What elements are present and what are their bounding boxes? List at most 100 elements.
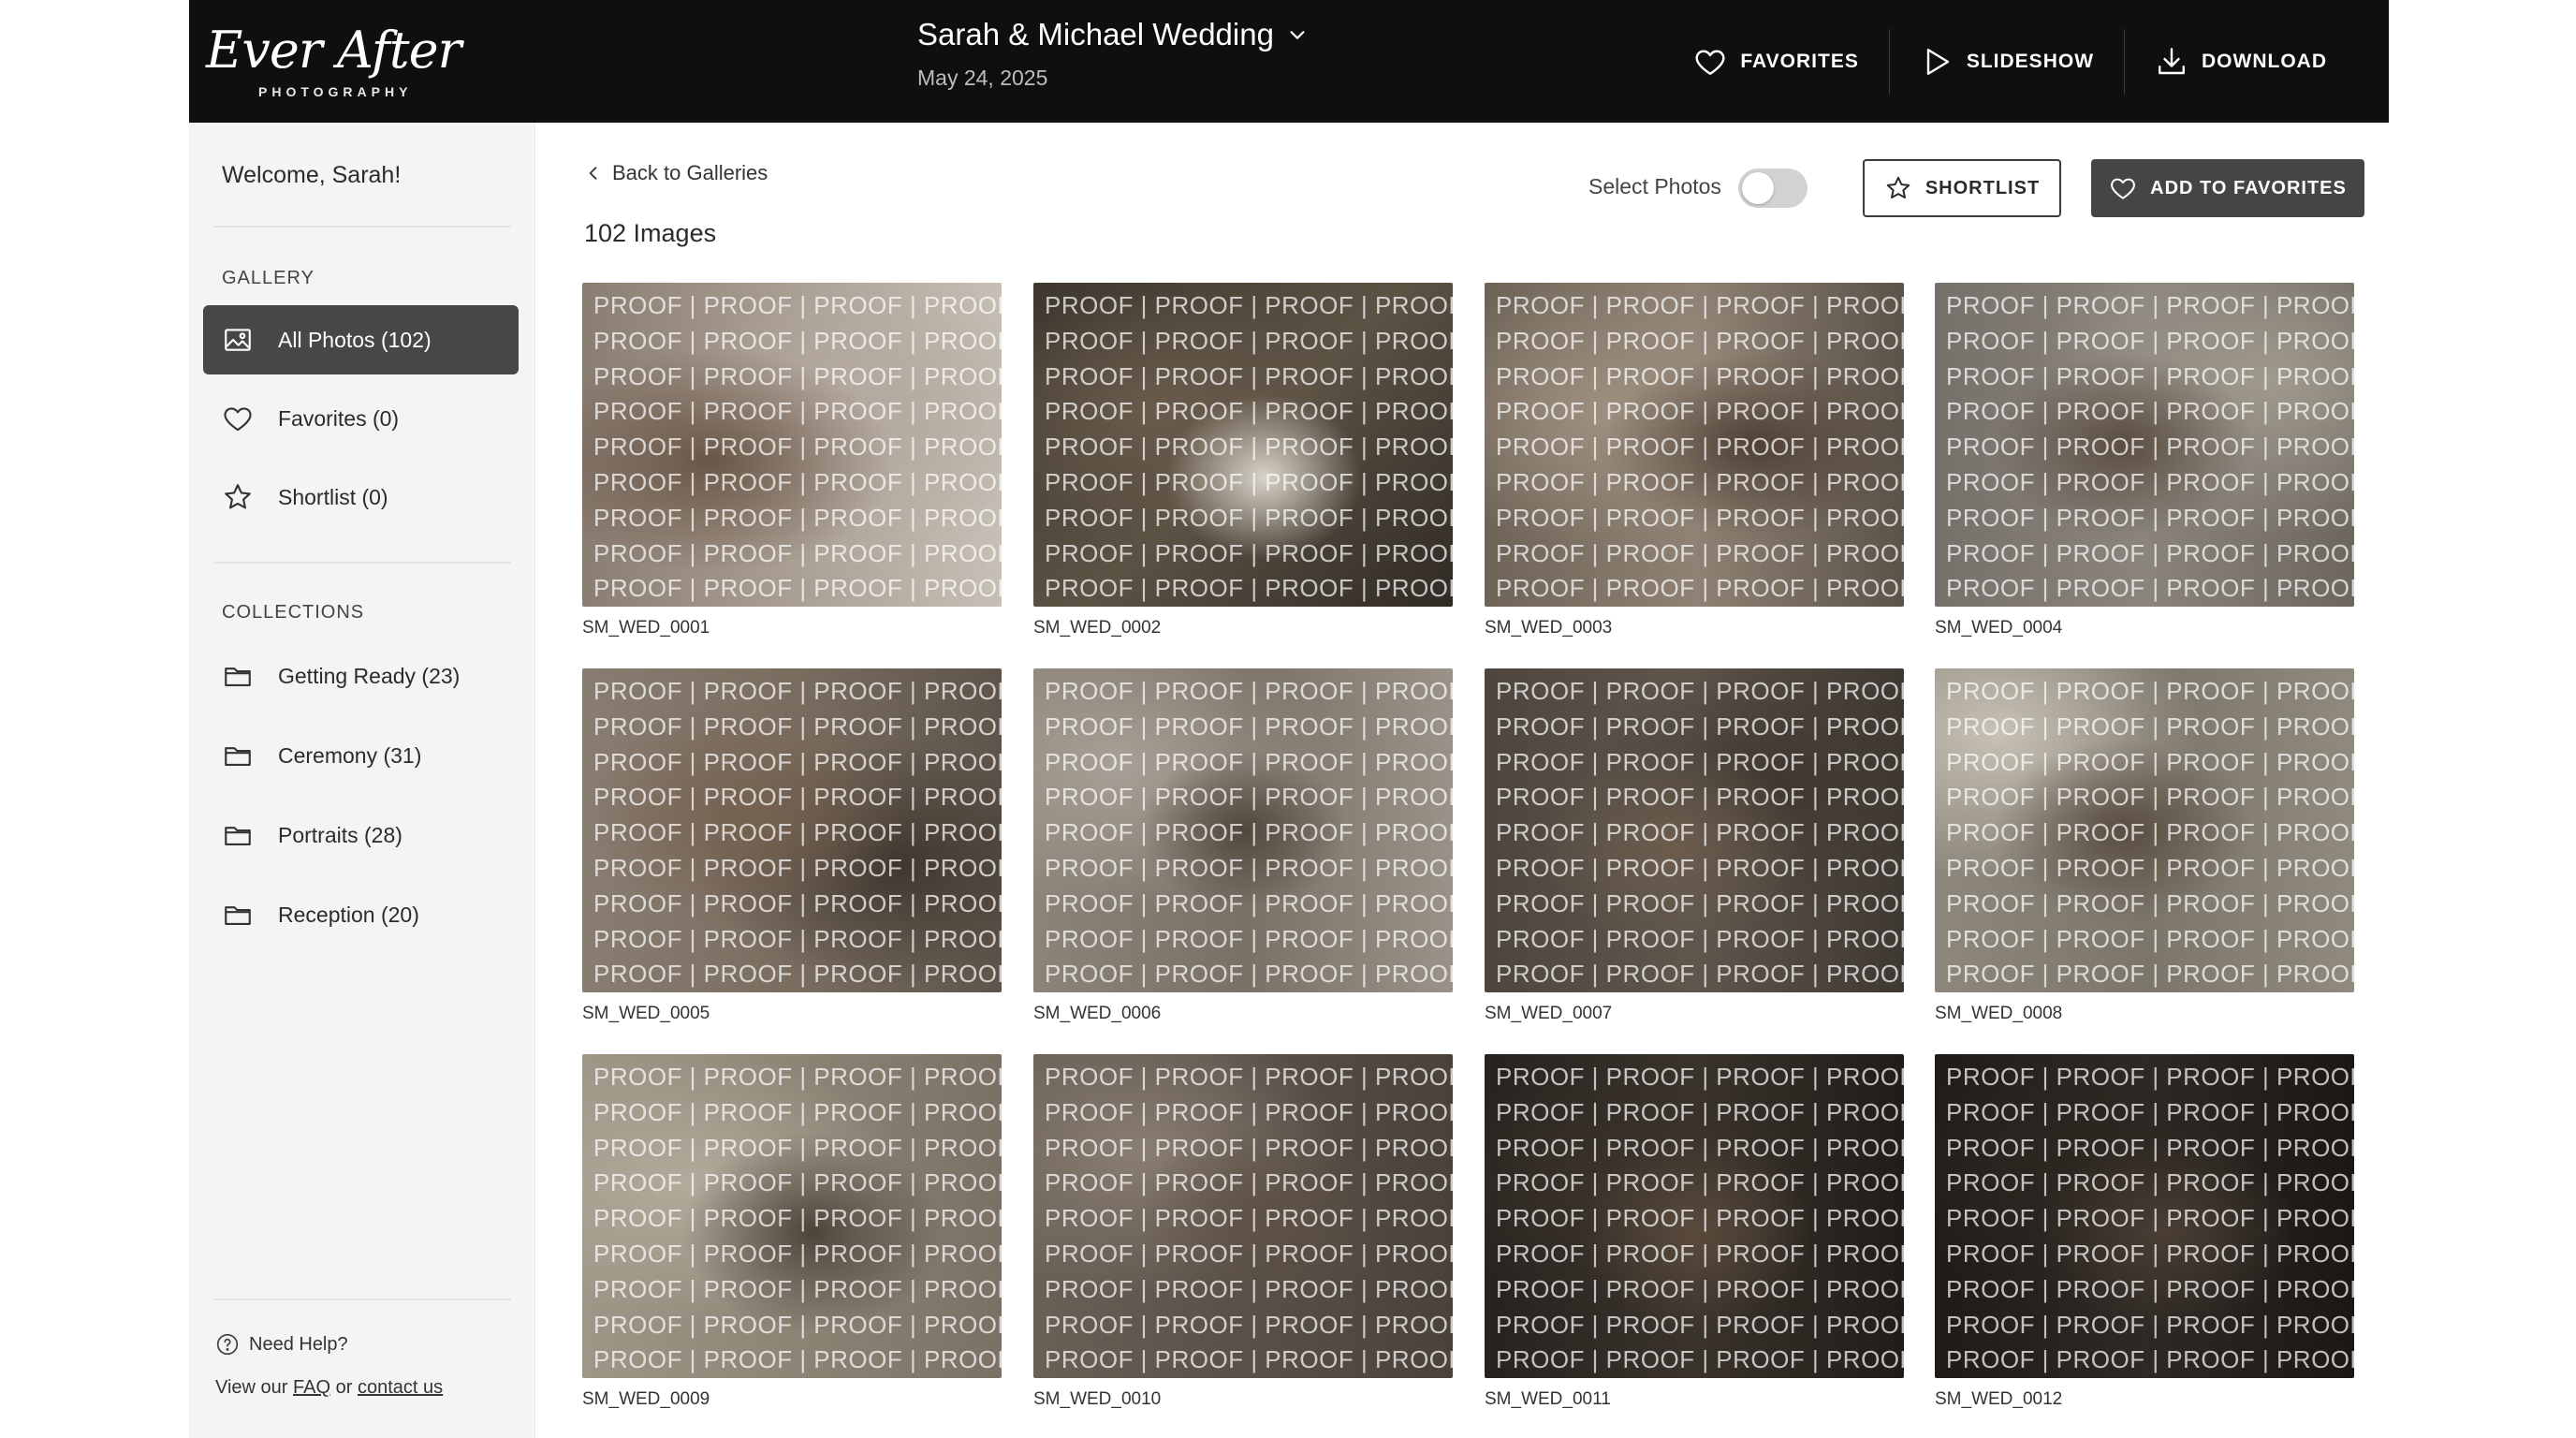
proof-watermark: PROOF | PROOF | PROOF | PROOF PROOF | PRO…	[593, 1063, 1002, 1374]
gallery-title-dropdown[interactable]: Sarah & Michael Wedding	[917, 17, 1308, 52]
photo-thumbnail: PROOF | PROOF | PROOF | PROOF PROOF | PRO…	[1485, 1054, 1904, 1378]
collection-portraits[interactable]: Portraits (28)	[203, 800, 519, 870]
folder-icon	[225, 827, 251, 845]
photo-card[interactable]: PROOF | PROOF | PROOF | PROOF PROOF | PRO…	[1033, 283, 1453, 638]
photo-filename: SM_WED_0007	[1485, 1004, 1613, 1023]
add-to-favorites-label: ADD TO FAVORITES	[2150, 177, 2347, 198]
contact-us-link[interactable]: contact us	[358, 1377, 443, 1398]
photo-filename: SM_WED_0012	[1935, 1389, 2063, 1409]
photo-card[interactable]: PROOF | PROOF | PROOF | PROOF PROOF | PRO…	[1485, 668, 1904, 1024]
photo-thumbnail: PROOF | PROOF | PROOF | PROOF PROOF | PRO…	[1935, 283, 2354, 607]
photo-filename: SM_WED_0010	[1033, 1389, 1162, 1409]
logo-subtitle: PHOTOGRAPHY	[258, 84, 413, 99]
heart-icon	[224, 407, 252, 432]
download-button[interactable]: DOWNLOAD	[2125, 29, 2357, 95]
photo-card[interactable]: PROOF | PROOF | PROOF | PROOF PROOF | PRO…	[1935, 668, 2354, 1024]
shortlist-button[interactable]: SHORTLIST	[1863, 159, 2061, 217]
photo-card[interactable]: PROOF | PROOF | PROOF | PROOF PROOF | PRO…	[1485, 283, 1904, 638]
photo-card[interactable]: PROOF | PROOF | PROOF | PROOF PROOF | PRO…	[1033, 1054, 1453, 1410]
back-to-galleries-link[interactable]: Back to Galleries	[584, 161, 768, 185]
photo-card[interactable]: PROOF | PROOF | PROOF | PROOF PROOF | PRO…	[1935, 283, 2354, 638]
photo-card[interactable]: PROOF | PROOF | PROOF | PROOF PROOF | PRO…	[582, 668, 1002, 1024]
collection-ceremony[interactable]: Ceremony (31)	[203, 721, 519, 790]
photo-card[interactable]: PROOF | PROOF | PROOF | PROOF PROOF | PRO…	[1485, 1054, 1904, 1410]
proof-watermark: PROOF | PROOF | PROOF | PROOF PROOF | PRO…	[1496, 677, 1904, 989]
sidebar-divider	[213, 226, 511, 227]
proof-watermark: PROOF | PROOF | PROOF | PROOF PROOF | PRO…	[1946, 677, 2354, 989]
proof-watermark: PROOF | PROOF | PROOF | PROOF PROOF | PRO…	[1045, 677, 1453, 989]
photo-card[interactable]: PROOF | PROOF | PROOF | PROOF PROOF | PRO…	[1935, 1054, 2354, 1410]
top-bar: Ever After PHOTOGRAPHY Sarah & Michael W…	[189, 0, 2389, 123]
image-count: 102 Images	[584, 219, 717, 247]
collection-label: Getting Ready (23)	[278, 663, 461, 688]
photo-filename: SM_WED_0011	[1485, 1389, 1611, 1409]
header-favorites-label: FAVORITES	[1740, 50, 1859, 72]
sidebar-item-label: Shortlist (0)	[278, 484, 388, 509]
sidebar-item-all-photos[interactable]: All Photos (102)	[203, 305, 519, 374]
collection-reception[interactable]: Reception (20)	[203, 880, 519, 949]
folder-icon	[225, 668, 251, 686]
folder-icon	[225, 747, 251, 766]
slideshow-button[interactable]: SLIDESHOW	[1890, 29, 2124, 95]
gallery-app: Ever After PHOTOGRAPHY Sarah & Michael W…	[189, 0, 2389, 1438]
photo-thumbnail: PROOF | PROOF | PROOF | PROOF PROOF | PRO…	[582, 668, 1002, 992]
faq-link[interactable]: FAQ	[293, 1377, 330, 1398]
photo-thumbnail: PROOF | PROOF | PROOF | PROOF PROOF | PRO…	[1485, 668, 1904, 992]
photo-card[interactable]: PROOF | PROOF | PROOF | PROOF PROOF | PRO…	[1033, 668, 1453, 1024]
collection-getting-ready[interactable]: Getting Ready (23)	[203, 641, 519, 711]
proof-watermark: PROOF | PROOF | PROOF | PROOF PROOF | PRO…	[1045, 291, 1453, 603]
sidebar-item-label: All Photos (102)	[278, 327, 432, 352]
sidebar-item-favorites[interactable]: Favorites (0)	[203, 384, 519, 453]
collection-label: Reception (20)	[278, 902, 419, 927]
photo-filename: SM_WED_0009	[582, 1389, 710, 1409]
logo[interactable]: Ever After PHOTOGRAPHY	[206, 21, 461, 105]
proof-watermark: PROOF | PROOF | PROOF | PROOF PROOF | PRO…	[1946, 1063, 2354, 1374]
photo-card[interactable]: PROOF | PROOF | PROOF | PROOF PROOF | PRO…	[582, 283, 1002, 638]
gallery-header: Sarah & Michael Wedding May 24, 2025	[917, 17, 1308, 91]
sidebar-item-shortlist[interactable]: Shortlist (0)	[203, 462, 519, 532]
photo-filename: SM_WED_0008	[1935, 1004, 2063, 1023]
slideshow-label: SLIDESHOW	[1966, 50, 2095, 72]
sidebar-divider	[213, 1299, 511, 1300]
help-links: View our FAQ or contact us	[215, 1377, 443, 1399]
help-prefix: View our	[215, 1377, 288, 1398]
photo-thumbnail: PROOF | PROOF | PROOF | PROOF PROOF | PRO…	[1033, 668, 1453, 992]
help-section: Need Help? View our FAQ or contact us	[215, 1332, 443, 1399]
collections-section-title: COLLECTIONS	[222, 602, 365, 623]
shortlist-button-label: SHORTLIST	[1925, 177, 2041, 198]
proof-watermark: PROOF | PROOF | PROOF | PROOF PROOF | PRO…	[1496, 1063, 1904, 1374]
photo-filename: SM_WED_0004	[1935, 618, 2063, 638]
star-icon	[225, 484, 251, 509]
photo-filename: SM_WED_0003	[1485, 618, 1613, 638]
photo-filename: SM_WED_0005	[582, 1004, 710, 1023]
photo-thumbnail: PROOF | PROOF | PROOF | PROOF PROOF | PRO…	[582, 1054, 1002, 1378]
header-favorites-button[interactable]: FAVORITES	[1663, 29, 1888, 95]
back-label: Back to Galleries	[612, 161, 768, 184]
heart-icon	[1695, 50, 1725, 75]
gallery-date: May 24, 2025	[917, 66, 1048, 90]
help-or: or	[335, 1377, 353, 1398]
proof-watermark: PROOF | PROOF | PROOF | PROOF PROOF | PRO…	[1946, 291, 2354, 603]
photo-filename: SM_WED_0006	[1033, 1004, 1162, 1023]
collection-label: Ceremony (31)	[278, 742, 422, 768]
photo-thumbnail: PROOF | PROOF | PROOF | PROOF PROOF | PRO…	[1935, 668, 2354, 992]
select-photos-toggle[interactable]	[1738, 169, 1808, 208]
photo-filename: SM_WED_0001	[582, 618, 710, 638]
welcome-text: Welcome, Sarah!	[222, 162, 402, 188]
header-actions: FAVORITES SLIDESHOW DOWNLOAD	[1663, 0, 2357, 123]
proof-watermark: PROOF | PROOF | PROOF | PROOF PROOF | PRO…	[1496, 291, 1904, 603]
download-icon	[2159, 47, 2185, 74]
logo-script: Ever After	[206, 21, 461, 80]
gallery-title: Sarah & Michael Wedding	[917, 17, 1274, 51]
photo-thumbnail: PROOF | PROOF | PROOF | PROOF PROOF | PRO…	[1033, 1054, 1453, 1378]
help-icon	[216, 1333, 239, 1356]
photo-thumbnail: PROOF | PROOF | PROOF | PROOF PROOF | PRO…	[1033, 283, 1453, 607]
help-title-row: Need Help?	[215, 1332, 443, 1357]
photo-card[interactable]: PROOF | PROOF | PROOF | PROOF PROOF | PRO…	[582, 1054, 1002, 1410]
photo-filename: SM_WED_0002	[1033, 618, 1162, 638]
chevron-down-icon	[1290, 31, 1305, 39]
download-label: DOWNLOAD	[2202, 50, 2327, 72]
sidebar: Welcome, Sarah! GALLERY All Photos (102)…	[189, 123, 535, 1438]
add-to-favorites-button[interactable]: ADD TO FAVORITES	[2091, 159, 2364, 217]
folder-icon	[225, 906, 251, 925]
